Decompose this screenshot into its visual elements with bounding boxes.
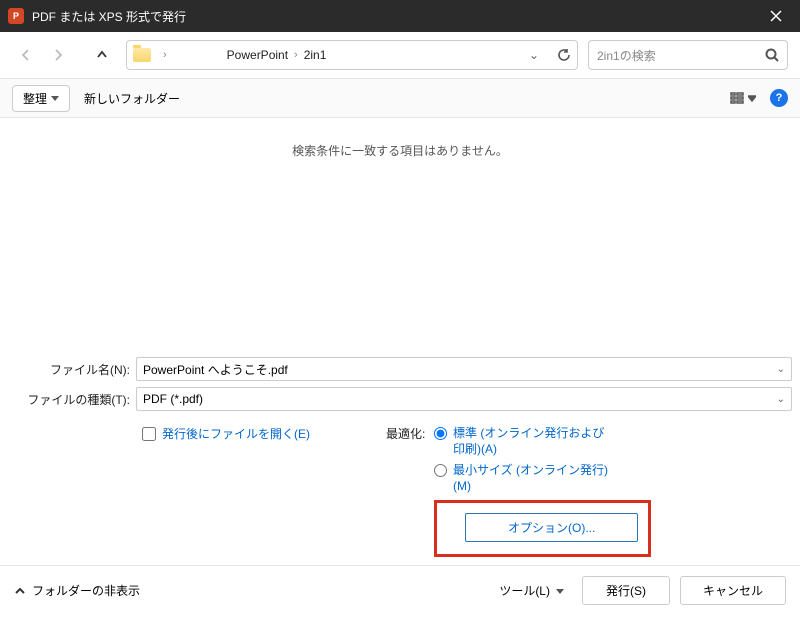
back-button[interactable] <box>12 41 40 69</box>
optimize-standard-radio[interactable]: 標準 (オンライン発行および印刷)(A) <box>434 425 651 457</box>
filetype-value: PDF (*.pdf) <box>143 392 203 406</box>
arrow-up-icon <box>95 48 109 62</box>
empty-message: 検索条件に一致する項目はありません。 <box>0 118 800 183</box>
new-folder-button[interactable]: 新しいフォルダー <box>84 90 180 107</box>
open-after-label: 発行後にファイルを開く(E) <box>162 425 310 442</box>
optimize-minimum-label: 最小サイズ (オンライン発行)(M) <box>453 462 608 494</box>
navigation-bar: › PowerPoint › 2in1 ⌄ 2in1の検索 <box>0 32 800 78</box>
open-after-checkbox[interactable]: 発行後にファイルを開く(E) <box>142 425 386 442</box>
chevron-down-icon <box>748 94 756 102</box>
close-button[interactable] <box>756 0 796 32</box>
hide-folders-label: フォルダーの非表示 <box>32 582 140 599</box>
filename-input[interactable]: PowerPoint へようこそ.pdf ⌄ <box>136 357 792 381</box>
filename-label: ファイル名(N): <box>8 361 136 378</box>
close-icon <box>770 10 782 22</box>
arrow-right-icon <box>51 48 65 62</box>
title-bar: P PDF または XPS 形式で発行 <box>0 0 800 32</box>
refresh-icon[interactable] <box>557 48 571 62</box>
search-icon <box>765 48 779 62</box>
cancel-button[interactable]: キャンセル <box>680 576 786 605</box>
options-button[interactable]: オプション(O)... <box>465 513 638 542</box>
footer-bar: フォルダーの非表示 ツール(L) 発行(S) キャンセル <box>0 565 800 619</box>
chevron-down-icon[interactable]: ⌄ <box>777 394 785 405</box>
chevron-down-icon <box>51 94 59 102</box>
chevron-right-icon: › <box>163 49 167 61</box>
optimize-minimum-radio[interactable]: 最小サイズ (オンライン発行)(M) <box>434 462 651 494</box>
view-mode-button[interactable] <box>730 91 756 105</box>
chevron-right-icon: › <box>294 49 298 61</box>
file-list-area: 検索条件に一致する項目はありません。 ファイル名(N): PowerPoint … <box>0 118 800 565</box>
chevron-down-icon[interactable]: ⌄ <box>777 364 785 375</box>
filetype-select[interactable]: PDF (*.pdf) ⌄ <box>136 387 792 411</box>
optimize-label: 最適化: <box>386 425 434 557</box>
address-bar[interactable]: › PowerPoint › 2in1 ⌄ <box>126 40 578 70</box>
up-button[interactable] <box>88 41 116 69</box>
chevron-down-icon <box>556 587 564 595</box>
radio-icon[interactable] <box>434 427 447 440</box>
toolbar: 整理 新しいフォルダー ? <box>0 78 800 118</box>
view-list-icon <box>730 91 744 105</box>
hide-folders-button[interactable]: フォルダーの非表示 <box>14 582 140 599</box>
breadcrumb-item[interactable]: PowerPoint <box>227 48 288 62</box>
highlight-annotation: オプション(O)... <box>434 500 651 557</box>
tools-dropdown[interactable]: ツール(L) <box>491 582 572 599</box>
forward-button[interactable] <box>44 41 72 69</box>
save-form: ファイル名(N): PowerPoint へようこそ.pdf ⌄ ファイルの種類… <box>0 353 800 565</box>
radio-icon[interactable] <box>434 464 447 477</box>
powerpoint-icon: P <box>8 8 24 24</box>
chevron-up-icon <box>14 585 26 597</box>
chevron-down-icon[interactable]: ⌄ <box>529 48 539 62</box>
organize-label: 整理 <box>23 90 47 107</box>
search-placeholder: 2in1の検索 <box>597 47 765 64</box>
filetype-label: ファイルの種類(T): <box>8 391 136 408</box>
search-input[interactable]: 2in1の検索 <box>588 40 788 70</box>
filename-value: PowerPoint へようこそ.pdf <box>143 361 288 378</box>
organize-button[interactable]: 整理 <box>12 85 70 112</box>
breadcrumb-item[interactable]: 2in1 <box>304 48 327 62</box>
window-title: PDF または XPS 形式で発行 <box>32 8 756 25</box>
publish-button[interactable]: 発行(S) <box>582 576 670 605</box>
help-button[interactable]: ? <box>770 89 788 107</box>
optimize-standard-label: 標準 (オンライン発行および印刷)(A) <box>453 425 608 457</box>
arrow-left-icon <box>19 48 33 62</box>
folder-icon <box>133 48 151 62</box>
tools-label: ツール(L) <box>499 582 550 599</box>
checkbox-icon[interactable] <box>142 427 156 441</box>
